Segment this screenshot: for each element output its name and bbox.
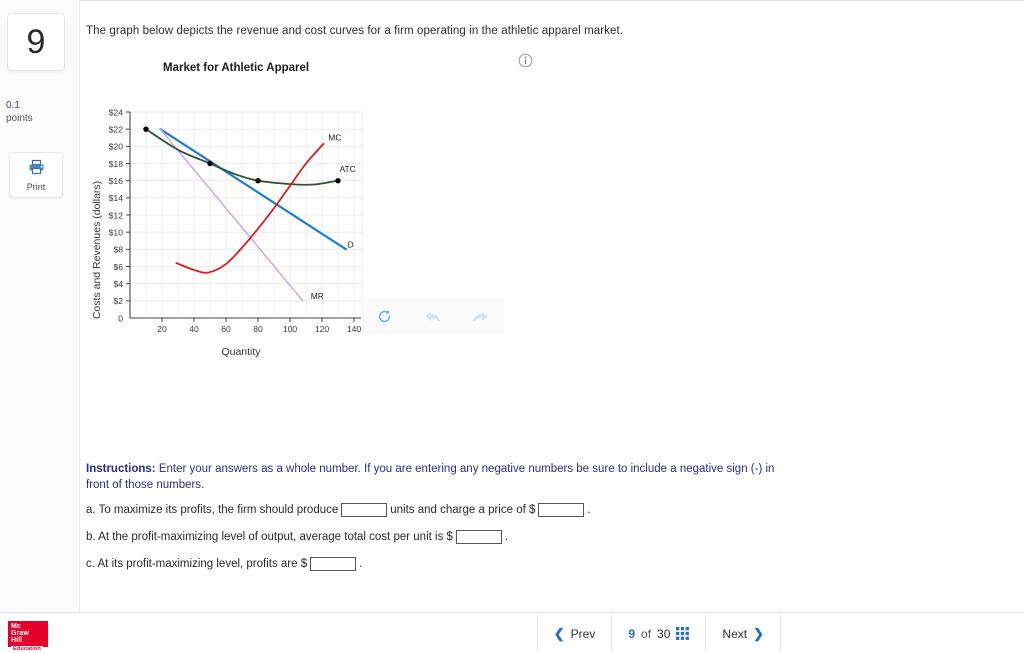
svg-text:40: 40 bbox=[189, 324, 199, 334]
info-circle-icon[interactable] bbox=[518, 53, 533, 68]
svg-text:60: 60 bbox=[221, 324, 231, 334]
economics-graph[interactable]: 0 $2 $4 $6 $8 $10 $12 $14 $16 $18 $20 $22 $24 20 40 60… bbox=[86, 100, 376, 370]
answer-c-suffix: . bbox=[359, 558, 363, 570]
svg-text:80: 80 bbox=[253, 324, 263, 334]
svg-text:$22: $22 bbox=[109, 125, 124, 135]
points-label: points bbox=[6, 113, 33, 124]
instructions-text: Enter your answers as a whole number. If… bbox=[86, 463, 775, 491]
footer-bar: Mc Graw Hill Education ❮ Prev 9 of 30 Ne… bbox=[0, 612, 1024, 653]
chevron-left-icon: ❮ bbox=[553, 625, 565, 641]
answer-row-c: c. At its profit-maximizing level, profi… bbox=[86, 557, 362, 571]
points-value: 0.1 bbox=[6, 100, 20, 111]
svg-text:D: D bbox=[348, 240, 354, 250]
svg-text:$20: $20 bbox=[109, 142, 124, 152]
current-page: 9 bbox=[628, 626, 636, 641]
chart-x-axis-label: Quantity bbox=[221, 346, 261, 358]
answer-row-a: a. To maximize its profits, the firm sho… bbox=[86, 503, 591, 517]
reset-circular-arrow-icon[interactable] bbox=[370, 303, 400, 329]
answer-b-suffix: . bbox=[504, 531, 509, 543]
graph-toolbar bbox=[361, 298, 504, 334]
svg-text:100: 100 bbox=[283, 324, 298, 334]
undo-arrow-icon[interactable] bbox=[417, 303, 447, 329]
left-rail: 9 0.1 points Print bbox=[0, 0, 80, 612]
chart-gridlines bbox=[130, 111, 363, 318]
chart-svg: 0 $2 $4 $6 $8 $10 $12 $14 $16 $18 $20 $22 $24 20 40 60… bbox=[91, 107, 363, 358]
question-page: 9 0.1 points Print The graph below depic… bbox=[0, 0, 1024, 653]
svg-text:ATC: ATC bbox=[340, 164, 356, 174]
logo-line-2: Graw bbox=[11, 630, 29, 638]
answer-row-b: b. At the profit-maximizing level of out… bbox=[86, 530, 508, 544]
redo-arrow-icon[interactable] bbox=[465, 303, 495, 329]
next-label: Next bbox=[722, 626, 748, 641]
question-prompt: The graph below depicts the revenue and … bbox=[86, 25, 624, 37]
printer-icon bbox=[28, 159, 45, 180]
answer-a-suffix: . bbox=[587, 504, 591, 516]
chart-series-labels: D MR ATC MC bbox=[311, 132, 356, 301]
chart-title: Market for Athletic Apparel bbox=[163, 62, 310, 74]
chevron-right-icon: ❯ bbox=[753, 625, 764, 641]
top-divider bbox=[0, 0, 1024, 1]
question-number-card: 9 bbox=[7, 13, 65, 71]
print-button[interactable]: Print bbox=[9, 152, 63, 198]
chart-y-tick-labels: 0 $2 $4 $6 $8 $10 $12 $14 $16 $18 $20 $22 $24 bbox=[109, 107, 124, 323]
svg-text:$18: $18 bbox=[109, 159, 124, 169]
page-indicator: 9 of 30 bbox=[611, 613, 705, 653]
logo-line-3: Hill bbox=[11, 637, 23, 645]
svg-text:MC: MC bbox=[328, 132, 341, 142]
of-label: of bbox=[641, 626, 652, 641]
total-pages: 30 bbox=[657, 626, 671, 641]
profits-input[interactable] bbox=[310, 557, 357, 571]
svg-text:20: 20 bbox=[157, 324, 167, 334]
instructions-label: Instructions: bbox=[86, 463, 156, 475]
chart-x-tick-labels: 20 40 60 80 100 120 140 bbox=[157, 324, 361, 334]
svg-text:0: 0 bbox=[118, 313, 123, 323]
price-input[interactable] bbox=[538, 503, 585, 517]
svg-text:140: 140 bbox=[347, 324, 362, 334]
answer-a-middle: units and charge a price of $ bbox=[390, 504, 536, 516]
svg-text:$14: $14 bbox=[109, 193, 124, 203]
question-number: 9 bbox=[26, 23, 46, 61]
svg-text:120: 120 bbox=[315, 324, 330, 334]
svg-text:$16: $16 bbox=[109, 176, 124, 186]
mcgraw-hill-logo: Mc Graw Hill Education bbox=[8, 621, 48, 652]
svg-text:$2: $2 bbox=[113, 296, 123, 306]
instructions: Instructions: Enter your answers as a wh… bbox=[86, 462, 786, 493]
svg-text:$12: $12 bbox=[109, 210, 124, 220]
svg-text:MR: MR bbox=[311, 291, 324, 301]
prev-button[interactable]: ❮ Prev bbox=[536, 613, 612, 653]
pagination-nav: ❮ Prev 9 of 30 Next ❯ bbox=[536, 613, 781, 653]
logo-line-4: Education bbox=[11, 645, 43, 652]
next-button[interactable]: Next ❯ bbox=[705, 613, 781, 653]
average-total-cost-input[interactable] bbox=[455, 530, 502, 544]
chart-y-axis-label: Costs and Revenues (dollars) bbox=[91, 181, 103, 319]
svg-text:$8: $8 bbox=[113, 245, 123, 255]
svg-text:$4: $4 bbox=[113, 279, 123, 289]
grid-menu-icon[interactable] bbox=[676, 627, 690, 640]
svg-text:$10: $10 bbox=[109, 228, 124, 238]
quantity-input[interactable] bbox=[341, 503, 388, 517]
print-label: Print bbox=[26, 181, 46, 192]
answer-a-prefix: a. To maximize its profits, the firm sho… bbox=[86, 504, 339, 516]
answer-c-prefix: c. At its profit-maximizing level, profi… bbox=[86, 558, 308, 570]
logo-line-1: Mc bbox=[11, 623, 21, 630]
svg-text:$6: $6 bbox=[113, 262, 123, 272]
prev-label: Prev bbox=[570, 626, 596, 641]
answer-b-prefix: b. At the profit-maximizing level of out… bbox=[86, 531, 453, 543]
svg-text:$24: $24 bbox=[109, 107, 124, 117]
